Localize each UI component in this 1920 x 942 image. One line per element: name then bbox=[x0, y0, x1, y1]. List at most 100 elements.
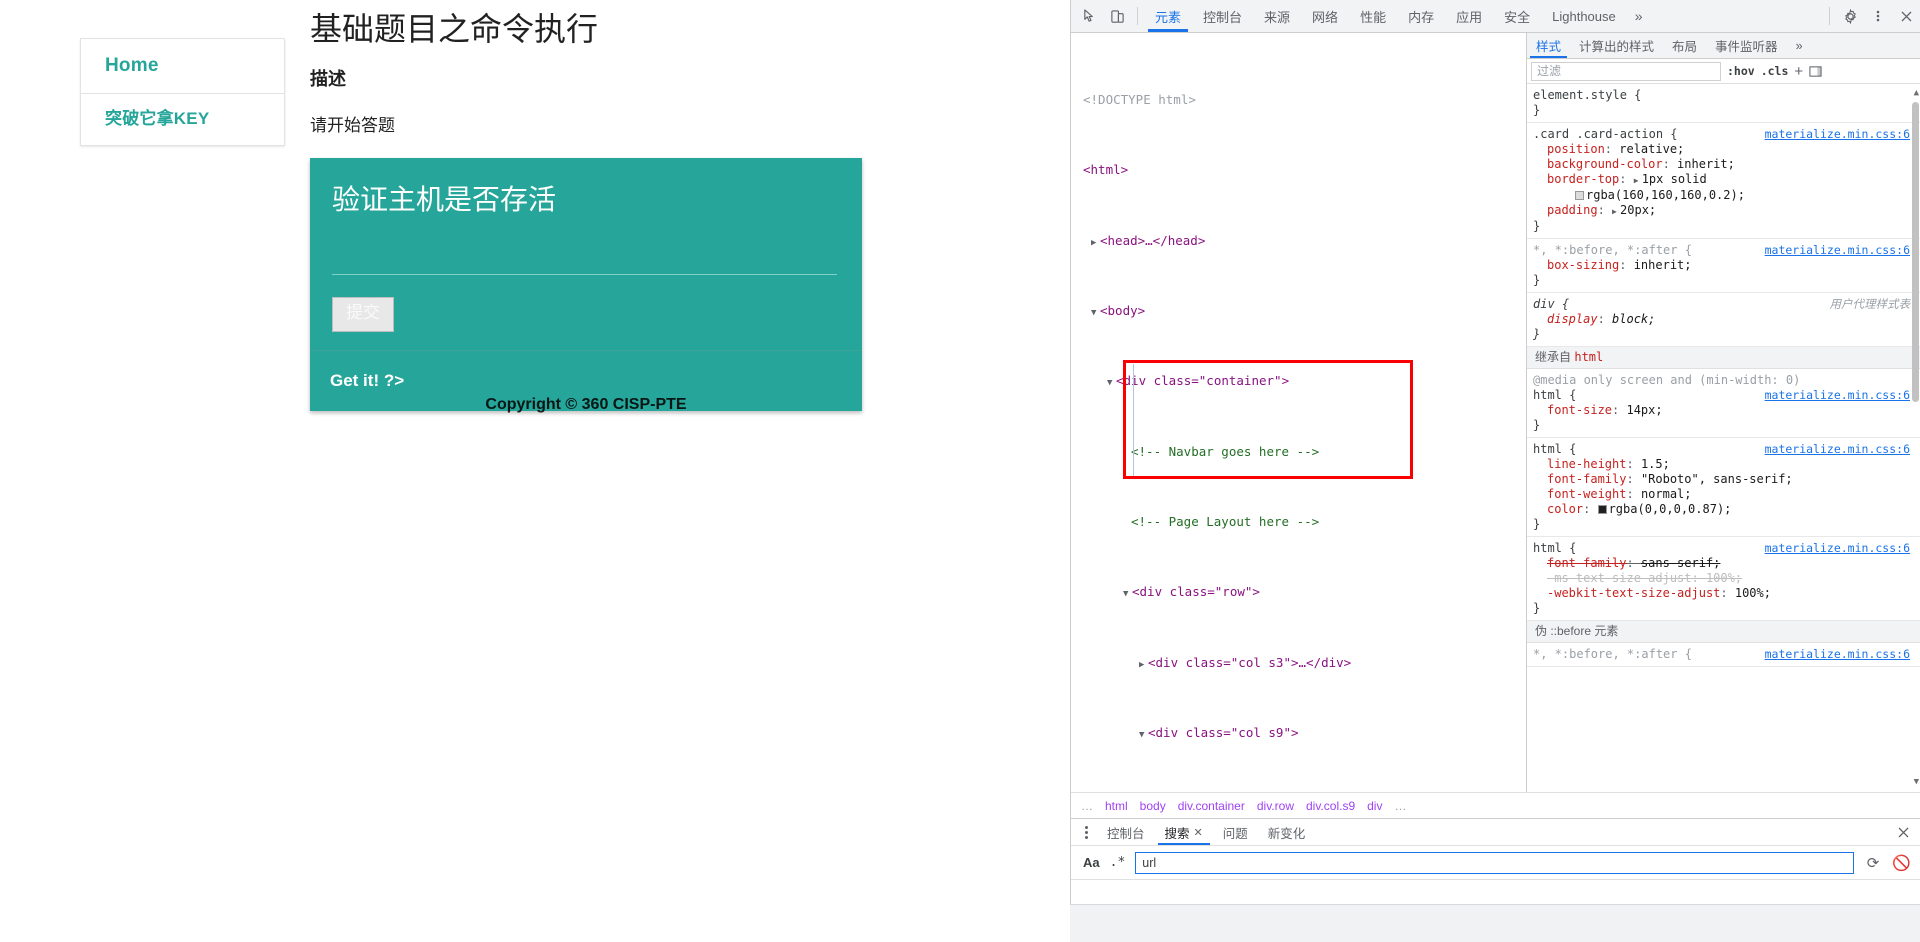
drawer-close-icon[interactable] bbox=[1887, 819, 1920, 845]
css-val-position[interactable]: relative; bbox=[1619, 142, 1684, 156]
tab-console[interactable]: 控制台 bbox=[1192, 0, 1253, 32]
css-prop-font-family[interactable]: font-family bbox=[1533, 472, 1626, 487]
refresh-icon[interactable]: ⟳ bbox=[1864, 854, 1882, 872]
rule-origin-link[interactable]: materialize.min.css:6 bbox=[1765, 442, 1910, 457]
style-rule-html-normalize[interactable]: materialize.min.css:6 html { font-family… bbox=[1527, 537, 1920, 621]
css-prop-position[interactable]: position bbox=[1533, 142, 1605, 157]
drawer-kebab-menu-icon[interactable] bbox=[1075, 819, 1097, 845]
dom-line[interactable]: ▼ <body> bbox=[1071, 302, 1526, 320]
css-val-padding[interactable]: 20px; bbox=[1620, 203, 1656, 217]
tab-network[interactable]: 网络 bbox=[1301, 0, 1349, 32]
dom-line[interactable]: <!-- Page Layout here --> bbox=[1071, 513, 1526, 531]
styles-scrollbar[interactable]: ▲ ▼ bbox=[1911, 84, 1920, 792]
chevron-double-right-icon[interactable]: » bbox=[1787, 33, 1812, 58]
tab-security[interactable]: 安全 bbox=[1493, 0, 1541, 32]
rule-origin-link[interactable]: materialize.min.css:6 bbox=[1765, 127, 1910, 142]
css-prop-font-weight[interactable]: font-weight bbox=[1533, 487, 1626, 502]
cls-toggle[interactable]: .cls bbox=[1761, 64, 1789, 78]
rule-origin-link[interactable]: materialize.min.css:6 bbox=[1765, 388, 1910, 403]
css-val-border-top[interactable]: 1px solid bbox=[1642, 172, 1707, 186]
css-prop-padding[interactable]: padding bbox=[1533, 203, 1598, 218]
css-prop-display[interactable]: display bbox=[1533, 312, 1598, 327]
sidebar-item-get-key[interactable]: 突破它拿KEY bbox=[81, 92, 284, 145]
css-val-font-weight[interactable]: normal; bbox=[1641, 487, 1692, 501]
new-style-rule-button[interactable]: + bbox=[1794, 64, 1803, 79]
chevron-down-icon[interactable]: ▼ bbox=[1107, 375, 1116, 393]
tab-memory[interactable]: 内存 bbox=[1397, 0, 1445, 32]
drawer-tab-changes[interactable]: 新变化 bbox=[1258, 819, 1316, 845]
css-prop-font-size[interactable]: font-size bbox=[1533, 403, 1612, 418]
dom-line[interactable]: <html> bbox=[1071, 161, 1526, 179]
chevron-down-icon[interactable]: ▼ bbox=[1091, 305, 1100, 323]
style-rule-html-typography[interactable]: materialize.min.css:6 html { line-height… bbox=[1527, 438, 1920, 537]
hov-toggle[interactable]: :hov bbox=[1727, 64, 1755, 78]
dom-line[interactable]: ▼ <div class="row"> bbox=[1071, 583, 1526, 601]
breadcrumb-item-col-s9[interactable]: div.col.s9 bbox=[1300, 799, 1361, 813]
drawer-tab-console[interactable]: 控制台 bbox=[1097, 819, 1155, 845]
styles-filter-input[interactable] bbox=[1531, 61, 1721, 81]
css-prop-font-family-overridden[interactable]: font-family bbox=[1533, 556, 1626, 571]
match-case-button[interactable]: Aa bbox=[1083, 855, 1100, 870]
search-input[interactable] bbox=[1135, 851, 1854, 874]
color-swatch[interactable] bbox=[1597, 505, 1607, 514]
submit-button[interactable]: 提交 bbox=[332, 297, 394, 332]
gear-icon[interactable] bbox=[1836, 0, 1864, 32]
color-swatch[interactable] bbox=[1575, 191, 1584, 200]
css-val-line-height[interactable]: 1.5; bbox=[1641, 457, 1670, 471]
style-rule-card-action[interactable]: materialize.min.css:6 .card .card-action… bbox=[1527, 123, 1920, 239]
drawer-tab-issues[interactable]: 问题 bbox=[1213, 819, 1258, 845]
breadcrumb-item-body[interactable]: body bbox=[1134, 799, 1172, 813]
kebab-menu-icon[interactable] bbox=[1864, 0, 1892, 32]
tab-layout[interactable]: 布局 bbox=[1663, 33, 1706, 58]
chevron-down-icon[interactable]: ▼ bbox=[1123, 586, 1132, 604]
expand-triangle-icon[interactable]: ▶ bbox=[1634, 173, 1642, 188]
breadcrumb-item-div[interactable]: div bbox=[1361, 799, 1388, 813]
close-icon[interactable] bbox=[1892, 0, 1920, 32]
style-rule-universal[interactable]: materialize.min.css:6 *, *:before, *:aft… bbox=[1527, 239, 1920, 293]
css-prop-color[interactable]: color bbox=[1533, 502, 1583, 517]
tab-styles[interactable]: 样式 bbox=[1527, 33, 1570, 58]
sidebar-item-home[interactable]: Home bbox=[81, 39, 284, 93]
regex-button[interactable]: .* bbox=[1110, 855, 1126, 870]
tab-application[interactable]: 应用 bbox=[1445, 0, 1493, 32]
chevron-right-icon[interactable]: ▶ bbox=[1091, 235, 1100, 253]
tab-sources[interactable]: 来源 bbox=[1253, 0, 1301, 32]
css-prop-ms-text-size-adjust[interactable]: -ms-text-size-adjust bbox=[1533, 571, 1692, 586]
rule-origin-link[interactable]: materialize.min.css:6 bbox=[1765, 647, 1910, 662]
breadcrumb-item-row[interactable]: div.row bbox=[1251, 799, 1300, 813]
dom-line[interactable]: ▼ <div class="col s9"> bbox=[1071, 724, 1526, 742]
breadcrumb-item-container[interactable]: div.container bbox=[1172, 799, 1251, 813]
style-rule-div-ua[interactable]: 用户代理样式表 div { display: block; } bbox=[1527, 293, 1920, 347]
css-val-color[interactable]: rgba(0,0,0,0.87); bbox=[1609, 502, 1732, 516]
css-prop-background-color[interactable]: background-color bbox=[1533, 157, 1663, 172]
css-val-font-family-overridden[interactable]: sans-serif; bbox=[1641, 556, 1720, 570]
inherited-source-tag[interactable]: html bbox=[1574, 350, 1603, 364]
css-prop-line-height[interactable]: line-height bbox=[1533, 457, 1626, 472]
tab-computed[interactable]: 计算出的样式 bbox=[1570, 33, 1663, 58]
css-val-ms-text-size-adjust[interactable]: 100%; bbox=[1706, 571, 1742, 585]
breadcrumb-overflow[interactable]: … bbox=[1075, 799, 1099, 813]
dom-tree[interactable]: <!DOCTYPE html> <html> ▶ <head>…</head> ▼… bbox=[1071, 33, 1526, 792]
css-val-box-sizing[interactable]: inherit; bbox=[1634, 258, 1692, 272]
clear-icon[interactable]: 🚫 bbox=[1892, 854, 1911, 872]
tab-performance[interactable]: 性能 bbox=[1349, 0, 1397, 32]
styles-rules-list[interactable]: element.style { } materialize.min.css:6 … bbox=[1527, 84, 1920, 792]
tab-lighthouse[interactable]: Lighthouse bbox=[1541, 0, 1627, 32]
dom-line[interactable]: ▶ <div class="col s3">…</div> bbox=[1071, 654, 1526, 672]
scrollbar-thumb[interactable] bbox=[1912, 102, 1919, 402]
css-prop-border-top[interactable]: border-top bbox=[1533, 172, 1619, 187]
inspect-cursor-icon[interactable] bbox=[1075, 0, 1103, 32]
host-input[interactable] bbox=[332, 241, 837, 276]
chevron-right-icon[interactable]: ▶ bbox=[1139, 657, 1148, 675]
toggle-sidebar-icon[interactable] bbox=[1809, 65, 1822, 78]
expand-triangle-icon[interactable]: ▶ bbox=[1612, 204, 1620, 219]
css-prop-webkit-text-size-adjust[interactable]: -webkit-text-size-adjust bbox=[1533, 586, 1720, 601]
scroll-up-icon[interactable]: ▲ bbox=[1914, 86, 1919, 101]
dom-line[interactable]: ▶ <head>…</head> bbox=[1071, 232, 1526, 250]
breadcrumb-item-html[interactable]: html bbox=[1099, 799, 1134, 813]
css-prop-box-sizing[interactable]: box-sizing bbox=[1533, 258, 1619, 273]
style-rule-element-style[interactable]: element.style { } bbox=[1527, 84, 1920, 123]
css-val-border-top-color[interactable]: rgba(160,160,160,0.2); bbox=[1586, 188, 1745, 202]
css-val-font-family[interactable]: "Roboto", sans-serif; bbox=[1641, 472, 1793, 486]
close-icon[interactable]: ✕ bbox=[1194, 826, 1203, 839]
